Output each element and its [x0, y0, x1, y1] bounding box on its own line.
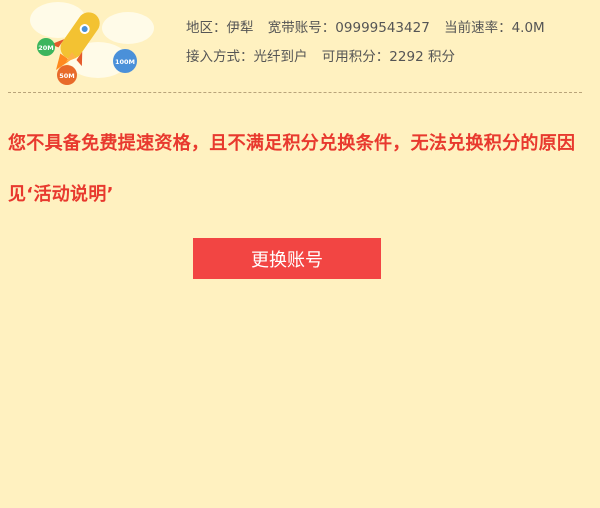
badge-50m: 50M — [57, 65, 77, 85]
access-type-label: 接入方式：光纤到户 — [186, 49, 308, 65]
region-label: 地区：伊犁 — [186, 20, 254, 36]
rocket-illustration: 20M 50M 100M — [30, 2, 154, 85]
speed-label: 当前速率：4.0M — [444, 20, 545, 36]
svg-text:50M: 50M — [59, 72, 75, 80]
ineligibility-notice: 您不具备免费提速资格，且不满足积分兑换条件，无法兑换积分的原因见‘活动说明’ — [8, 133, 576, 205]
account-info-row-1: 地区：伊犁 宽带账号：09999543427 当前速率：4.0M — [186, 14, 555, 43]
change-account-button[interactable]: 更换账号 — [193, 238, 381, 279]
points-label: 可用积分：2292 积分 — [321, 49, 455, 65]
account-info: 地区：伊犁 宽带账号：09999543427 当前速率：4.0M 接入方式：光纤… — [186, 14, 555, 72]
badge-20m: 20M — [37, 38, 55, 56]
svg-text:20M: 20M — [38, 44, 54, 52]
svg-text:100M: 100M — [115, 58, 135, 66]
account-number-label: 宽带账号：09999543427 — [267, 20, 430, 36]
account-header: 20M 50M 100M 地区：伊犁 宽带账号：09999543427 当前速率… — [0, 0, 600, 92]
badge-100m: 100M — [113, 49, 137, 73]
dashed-divider — [8, 92, 582, 93]
account-info-row-2: 接入方式：光纤到户 可用积分：2292 积分 — [186, 43, 555, 72]
